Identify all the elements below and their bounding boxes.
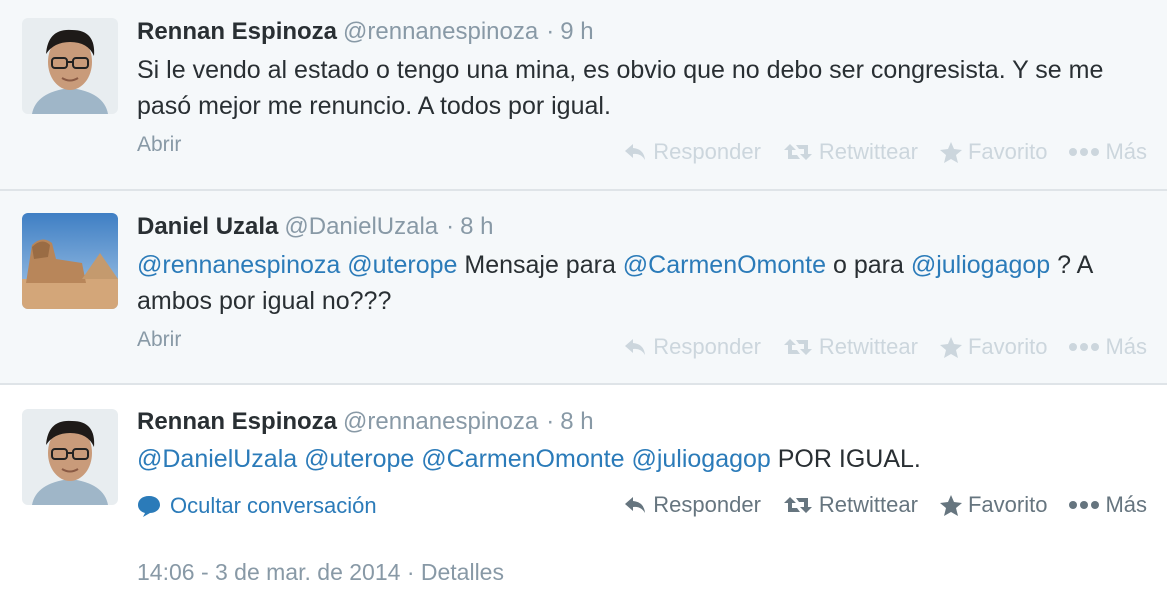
tweet-text: @rennanespinoza @uterope Mensaje para @C…	[137, 247, 1147, 319]
reply-icon	[625, 339, 646, 355]
mention-link[interactable]: @rennanespinoza	[137, 251, 340, 279]
details-link[interactable]: Detalles	[421, 559, 504, 585]
more-label: Más	[1105, 492, 1147, 517]
tweet-actions: Responder Retwittear Favorito Más	[623, 492, 1147, 518]
tweet-ancestor-1[interactable]: Rennan Espinoza @rennanespinoza · 9 h Si le…	[0, 0, 1167, 191]
speech-bubble-icon	[138, 496, 160, 517]
full-timestamp[interactable]: 14:06 - 3 de mar. de 2014	[137, 559, 400, 585]
username[interactable]: @DanielUzala	[284, 213, 438, 240]
mention-link[interactable]: @juliogagop	[631, 445, 770, 473]
favorite-action[interactable]: Favorito	[939, 139, 1048, 165]
text-segment: Mensaje para	[457, 251, 623, 279]
separator: ·	[446, 213, 455, 240]
timestamp-link[interactable]: 8 h	[460, 213, 493, 240]
more-label: Más	[1105, 139, 1147, 164]
fullname[interactable]: Daniel Uzala	[137, 213, 278, 240]
star-icon	[939, 336, 962, 358]
star-icon	[939, 494, 962, 516]
reply-action[interactable]: Responder	[623, 334, 761, 360]
avatar[interactable]	[22, 213, 118, 309]
separator: ·	[546, 18, 555, 45]
favorite-label: Favorito	[967, 334, 1048, 359]
avatar[interactable]	[22, 409, 118, 505]
more-dots-icon	[1069, 501, 1100, 509]
tweet-header: Rennan Espinoza @rennanespinoza · 8 h	[137, 407, 594, 437]
text-segment: POR IGUAL.	[770, 445, 921, 473]
retweet-icon	[783, 144, 812, 160]
mention-link[interactable]: @uterope	[347, 251, 457, 279]
username[interactable]: @rennanespinoza	[343, 18, 538, 45]
reply-label: Responder	[653, 492, 761, 517]
favorite-action[interactable]: Favorito	[939, 492, 1048, 518]
tweet-actions: Responder Retwittear Favorito Más	[623, 139, 1147, 165]
mention-link[interactable]: @DanielUzala	[137, 445, 297, 473]
tweet-header: Daniel Uzala @DanielUzala · 8 h	[137, 212, 494, 242]
retweet-icon	[783, 339, 812, 355]
tweet-text: @DanielUzala @uterope @CarmenOmonte @jul…	[137, 441, 1147, 477]
more-label: Más	[1105, 334, 1147, 359]
mention-link[interactable]: @CarmenOmonte	[421, 445, 624, 473]
favorite-label: Favorito	[967, 139, 1048, 164]
text-segment: o para	[826, 251, 911, 279]
fullname[interactable]: Rennan Espinoza	[137, 18, 337, 45]
reply-icon	[625, 497, 646, 513]
more-dots-icon	[1069, 343, 1100, 351]
reply-action[interactable]: Responder	[623, 139, 761, 165]
tweet-header: Rennan Espinoza @rennanespinoza · 9 h	[137, 17, 594, 47]
retweet-action[interactable]: Retwittear	[783, 139, 918, 165]
tweet-meta: 14:06 - 3 de mar. de 2014 · Detalles	[137, 559, 504, 586]
reply-action[interactable]: Responder	[623, 492, 761, 518]
star-icon	[939, 141, 962, 163]
timestamp-link[interactable]: 9 h	[560, 18, 593, 45]
username[interactable]: @rennanespinoza	[343, 408, 538, 435]
more-action[interactable]: Más	[1069, 334, 1147, 360]
separator: ·	[406, 559, 415, 585]
retweet-label: Retwittear	[818, 492, 918, 517]
open-link[interactable]: Abrir	[137, 328, 181, 352]
more-dots-icon	[1069, 148, 1100, 156]
favorite-label: Favorito	[967, 492, 1048, 517]
open-link[interactable]: Abrir	[137, 133, 181, 157]
tweet-actions: Responder Retwittear Favorito Más	[623, 334, 1147, 360]
separator: ·	[546, 408, 555, 435]
tweet-focused[interactable]: Rennan Espinoza @rennanespinoza · 8 h @Dani…	[0, 385, 1167, 598]
fullname[interactable]: Rennan Espinoza	[137, 408, 337, 435]
mention-link[interactable]: @juliogagop	[911, 251, 1050, 279]
more-action[interactable]: Más	[1069, 492, 1147, 518]
retweet-label: Retwittear	[818, 334, 918, 359]
retweet-action[interactable]: Retwittear	[783, 492, 918, 518]
mention-link[interactable]: @uterope	[304, 445, 414, 473]
reply-label: Responder	[653, 139, 761, 164]
mention-link[interactable]: @CarmenOmonte	[623, 251, 826, 279]
timestamp-link[interactable]: 8 h	[560, 408, 593, 435]
tweet-text: Si le vendo al estado o tengo una mina, …	[137, 56, 1104, 120]
retweet-label: Retwittear	[818, 139, 918, 164]
reply-label: Responder	[653, 334, 761, 359]
favorite-action[interactable]: Favorito	[939, 334, 1048, 360]
more-action[interactable]: Más	[1069, 139, 1147, 165]
retweet-action[interactable]: Retwittear	[783, 334, 918, 360]
tweet-ancestor-2[interactable]: Daniel Uzala @DanielUzala · 8 h @rennanespi…	[0, 191, 1167, 385]
avatar[interactable]	[22, 18, 118, 114]
hide-conversation-label: Ocultar conversación	[170, 493, 377, 518]
hide-conversation-link[interactable]: Ocultar conversación	[137, 493, 377, 519]
reply-icon	[625, 144, 646, 160]
retweet-icon	[783, 497, 812, 513]
